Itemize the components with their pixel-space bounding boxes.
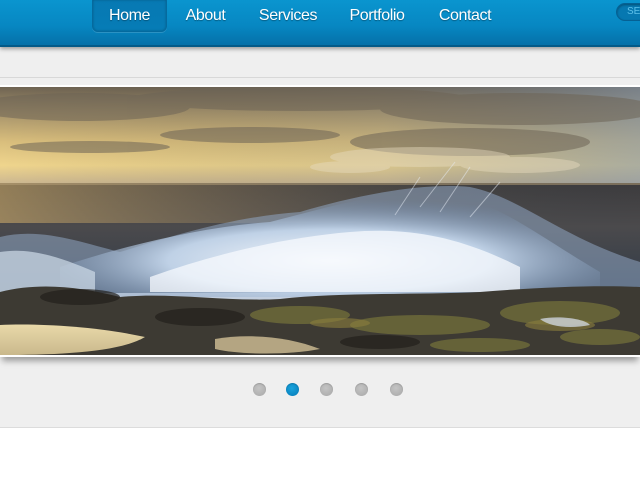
nav-item-services[interactable]: Services	[256, 0, 320, 31]
slide-dot-4[interactable]	[355, 383, 368, 396]
slide-dot-1[interactable]	[253, 383, 266, 396]
nav-item-home[interactable]: Home	[92, 0, 167, 32]
slider-panel	[0, 47, 640, 428]
slide-image-ocean-wave[interactable]	[0, 87, 640, 355]
slide-dot-5[interactable]	[390, 383, 403, 396]
slide-dot-2-active[interactable]	[286, 383, 299, 396]
nav-item-portfolio[interactable]: Portfolio	[344, 0, 410, 31]
divider	[0, 77, 640, 78]
nav-item-about[interactable]: About	[178, 0, 233, 31]
slider-pagination	[0, 383, 640, 397]
search-input[interactable]	[616, 3, 640, 21]
slide-dot-3[interactable]	[320, 383, 333, 396]
nav-item-contact[interactable]: Contact	[436, 0, 494, 31]
main-navbar: Home About Services Portfolio Contact	[0, 0, 640, 47]
slide-frame	[0, 85, 640, 357]
